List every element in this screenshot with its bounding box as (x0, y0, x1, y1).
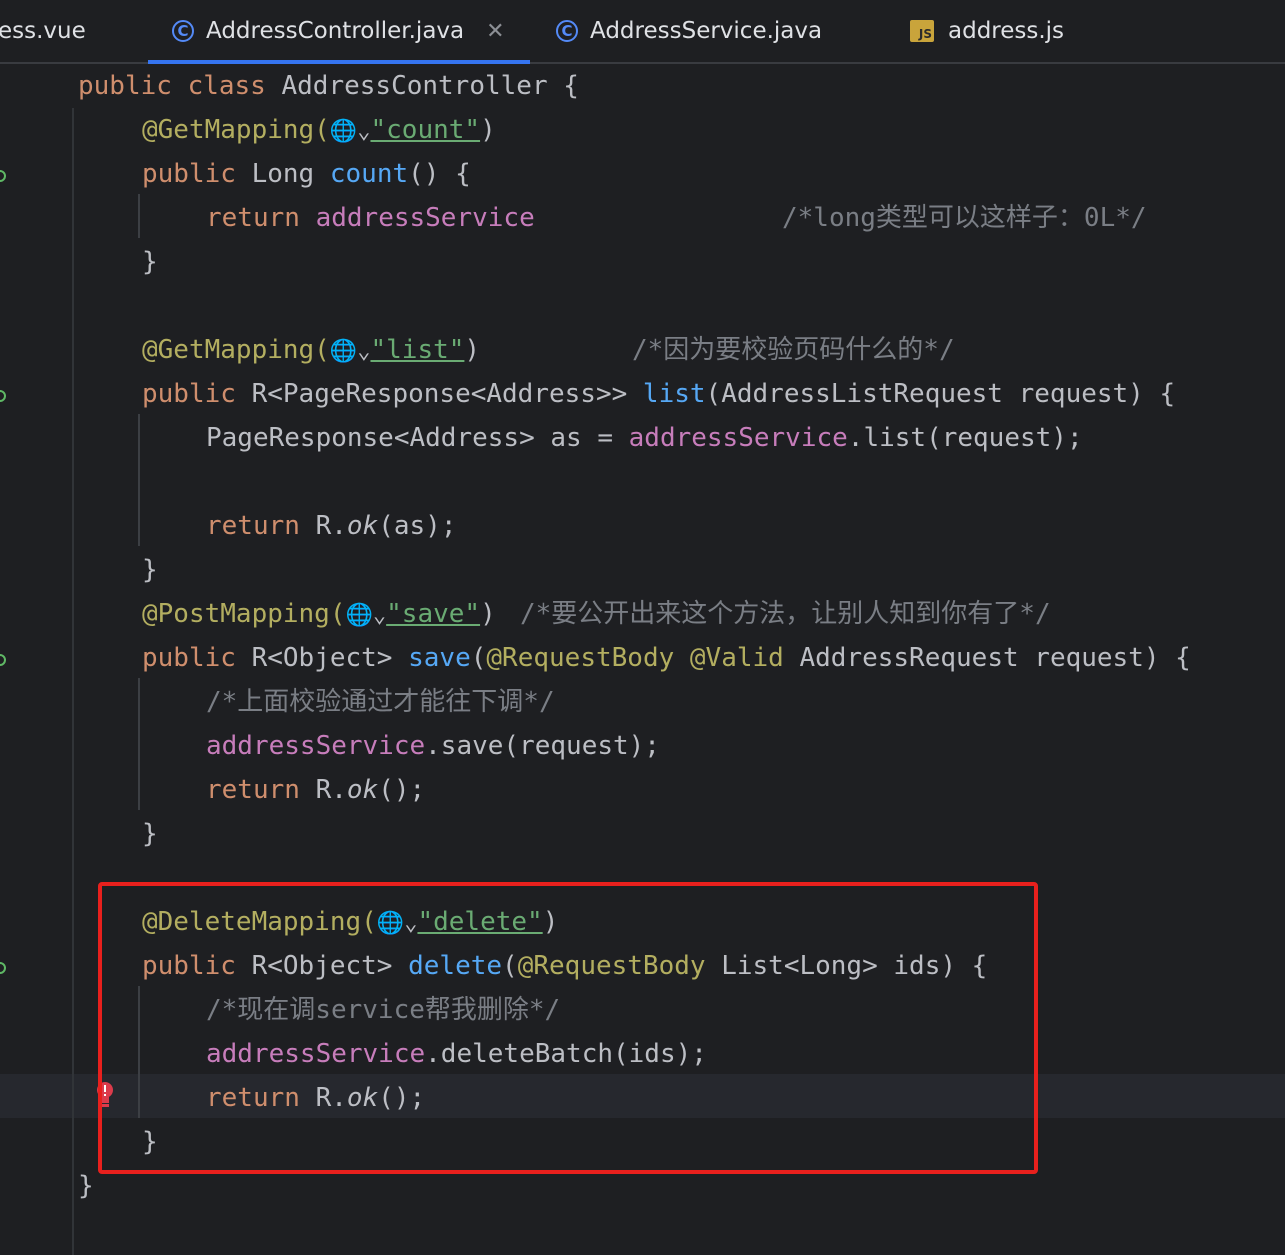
tab-address-service[interactable]: C AddressService.java (556, 0, 822, 62)
code-line: return addressService (206, 203, 535, 233)
gutter-separator (72, 108, 74, 1255)
javascript-file-icon: JS (910, 20, 934, 42)
code-line: } (78, 1171, 94, 1201)
indent-guide (138, 678, 140, 810)
code-line: public R<Object> save(@RequestBody @Vali… (142, 643, 1191, 673)
globe-icon: 🌐⌄ (329, 119, 371, 144)
code-line: PageResponse<Address> as = addressServic… (206, 423, 1083, 453)
code-line: public class AddressController { (78, 71, 579, 101)
run-gutter-icon[interactable] (0, 654, 6, 666)
code-line: public Long count() { (142, 159, 471, 189)
tab-address-js[interactable]: JS address.js (910, 0, 1064, 62)
tab-label: AddressController.java (206, 18, 465, 44)
indent-guide (138, 194, 140, 238)
red-highlight-box (98, 882, 1038, 1174)
code-line: return R.ok(as); (206, 511, 457, 541)
tab-label: address.js (948, 18, 1065, 44)
class-icon: C (172, 20, 194, 42)
run-gutter-icon[interactable] (0, 962, 6, 974)
code-line: } (142, 819, 158, 849)
tab-label: ess.vue (0, 18, 86, 44)
code-line: } (142, 555, 158, 585)
code-line: } (142, 247, 158, 277)
indent-guide (138, 414, 140, 546)
code-line: @PostMapping(🌐⌄"save") (142, 599, 496, 629)
run-gutter-icon[interactable] (0, 170, 6, 182)
code-comment: /*long类型可以这样子：0L*/ (782, 203, 1147, 233)
tab-label: AddressService.java (590, 18, 823, 44)
code-line: @GetMapping(🌐⌄"count") (142, 115, 496, 145)
code-editor[interactable]: public class AddressController { @GetMap… (0, 64, 1285, 1255)
code-line: public R<PageResponse<Address>> list(Add… (142, 379, 1176, 409)
tab-address-controller[interactable]: C AddressController.java ✕ (148, 0, 530, 64)
code-line: @GetMapping(🌐⌄"list") (142, 335, 481, 365)
code-comment: /*上面校验通过才能往下调*/ (206, 687, 555, 717)
globe-icon: 🌐⌄ (329, 339, 371, 364)
code-comment: /*因为要校验页码什么的*/ (632, 335, 955, 365)
globe-icon: 🌐⌄ (345, 603, 387, 628)
run-gutter-icon[interactable] (0, 390, 6, 402)
code-line: addressService.save(request); (206, 731, 660, 761)
code-line: return R.ok(); (206, 775, 426, 805)
code-comment: /*要公开出来这个方法，让别人知到你有了*/ (520, 599, 1051, 629)
class-icon: C (556, 20, 578, 42)
tab-address-vue[interactable]: ess.vue (0, 0, 86, 62)
editor-tab-bar: ess.vue C AddressController.java ✕ C Add… (0, 0, 1285, 64)
close-icon[interactable]: ✕ (486, 19, 504, 44)
